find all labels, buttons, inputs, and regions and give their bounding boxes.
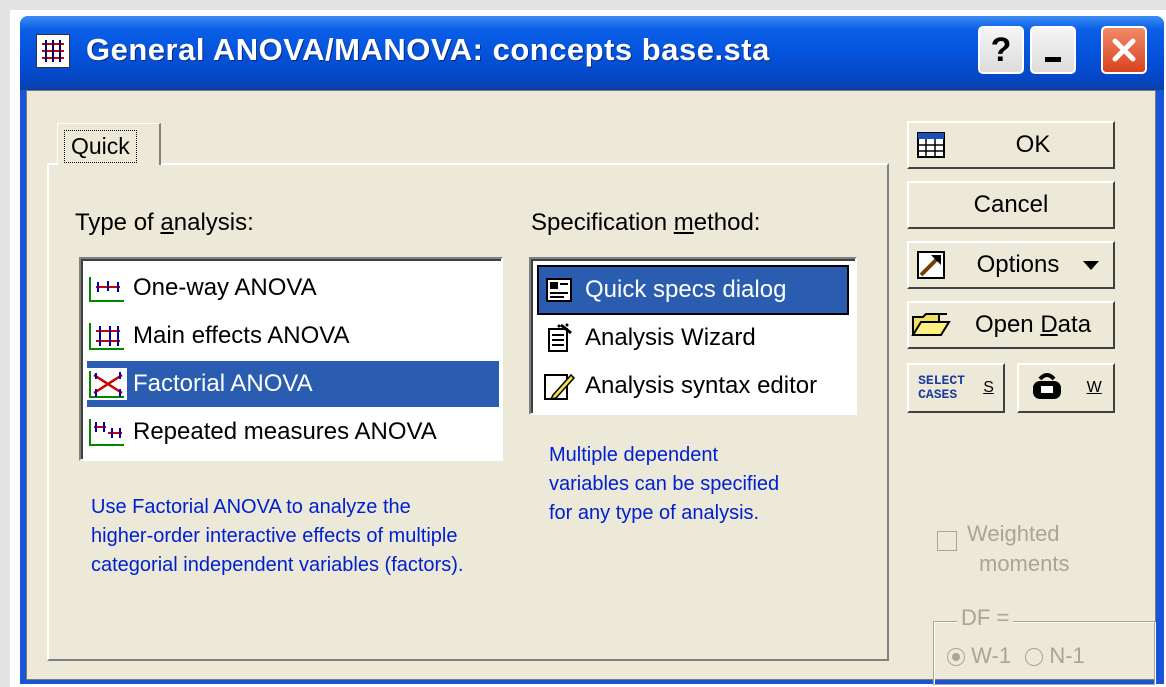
dropdown-arrow-icon xyxy=(1083,260,1099,270)
oneway-anova-icon xyxy=(87,272,127,304)
df-options-row: W-1 N-1 xyxy=(947,643,1085,669)
weight-icon xyxy=(1030,371,1064,406)
df-radio-n1[interactable] xyxy=(1025,648,1044,667)
df-radio-n1-label: N-1 xyxy=(1049,643,1085,668)
minimize-icon xyxy=(1045,56,1061,62)
list-item-repeated-measures-anova[interactable]: Repeated measures ANOVA xyxy=(87,409,499,455)
repeated-measures-icon xyxy=(87,416,127,448)
list-item-quick-specs-dialog[interactable]: Quick specs dialog xyxy=(537,265,849,315)
list-item-analysis-wizard[interactable]: Analysis Wizard xyxy=(539,315,847,361)
tab-quick-label: Quick xyxy=(64,130,137,163)
main-effects-icon xyxy=(87,320,127,352)
specification-method-list[interactable]: Quick specs dialog Analysis Wizard Analy… xyxy=(529,257,857,415)
wizard-icon xyxy=(539,322,579,354)
cancel-button[interactable]: Cancel xyxy=(907,181,1115,229)
quick-specs-icon xyxy=(539,274,579,306)
close-button[interactable] xyxy=(1101,26,1147,74)
help-button[interactable]: ? xyxy=(978,26,1024,74)
df-radio-w1[interactable] xyxy=(947,648,965,667)
type-of-analysis-label: Type of analysis: xyxy=(75,209,254,236)
specification-description: Multiple dependent variables can be spec… xyxy=(549,444,780,524)
df-radio-w1-label: W-1 xyxy=(971,643,1012,668)
weighted-moments-label: Weighted xyxy=(967,521,1060,546)
weight-button[interactable]: W xyxy=(1017,363,1115,413)
factorial-anova-description: Use Factorial ANOVA to analyze the highe… xyxy=(91,496,464,576)
factorial-anova-icon xyxy=(87,368,127,400)
specification-method-label: Specification method: xyxy=(531,209,761,236)
title-bar[interactable]: General ANOVA/MANOVA: concepts base.sta … xyxy=(20,16,1164,90)
help-icon: ? xyxy=(990,30,1012,69)
window-title: General ANOVA/MANOVA: concepts base.sta xyxy=(86,32,770,67)
weighted-moments-label-line2: moments xyxy=(979,551,1070,576)
list-item-main-effects-anova[interactable]: Main effects ANOVA xyxy=(87,313,499,359)
options-icon xyxy=(909,251,953,279)
select-cases-button[interactable]: SELECT CASES S xyxy=(907,363,1005,413)
list-item-oneway-anova[interactable]: One-way ANOVA xyxy=(87,265,499,311)
weighted-moments-checkbox[interactable] xyxy=(937,531,957,551)
ok-button[interactable]: OK xyxy=(907,121,1115,169)
select-cases-icon: SELECT CASES xyxy=(918,373,965,402)
close-icon xyxy=(1112,38,1136,62)
tab-quick[interactable]: Quick xyxy=(57,123,161,165)
df-group-legend: DF = xyxy=(957,605,1014,631)
minimize-button[interactable] xyxy=(1030,26,1076,74)
syntax-editor-icon xyxy=(539,370,579,402)
list-item-analysis-syntax-editor[interactable]: Analysis syntax editor xyxy=(539,363,847,409)
anova-app-icon xyxy=(36,34,70,68)
analysis-type-list[interactable]: One-way ANOVA Main effects ANOVA Factori… xyxy=(79,257,503,461)
dialog-window: General ANOVA/MANOVA: concepts base.sta … xyxy=(20,16,1164,685)
options-button[interactable]: Options xyxy=(907,241,1115,289)
open-data-button[interactable]: Open Data xyxy=(907,301,1115,349)
dialog-client-area: Quick Type of analysis: One-way ANOVA Ma… xyxy=(26,90,1156,685)
spreadsheet-icon xyxy=(909,132,953,158)
open-folder-icon xyxy=(909,311,953,339)
list-item-factorial-anova[interactable]: Factorial ANOVA xyxy=(87,361,499,407)
